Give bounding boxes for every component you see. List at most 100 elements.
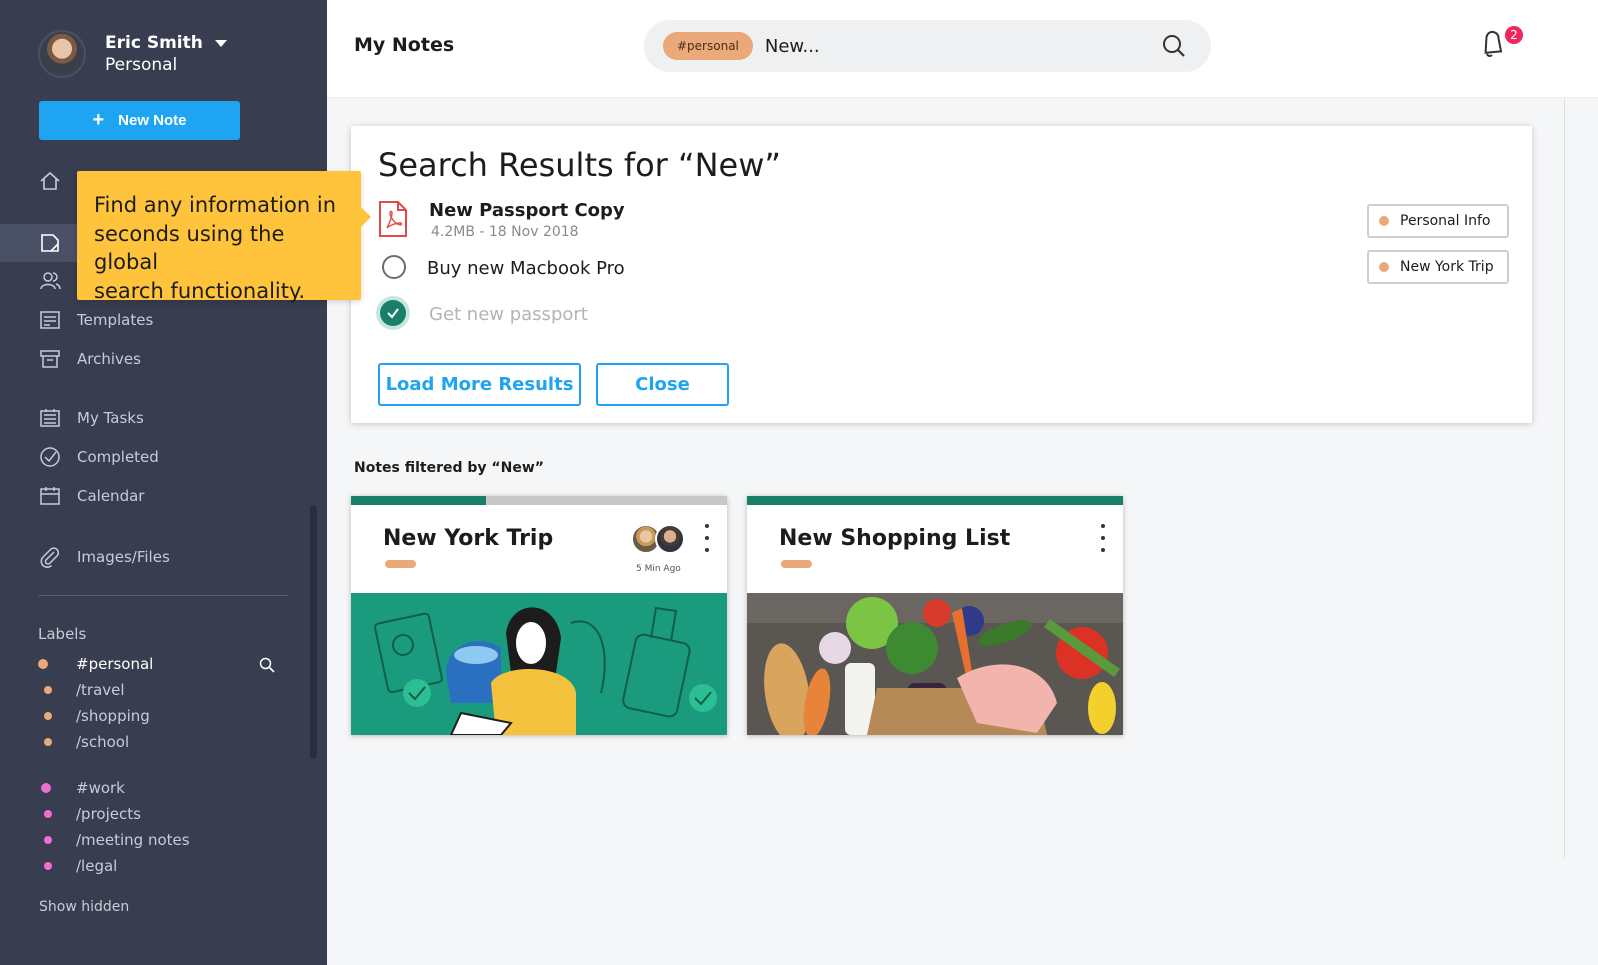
result-task-open[interactable]: Buy new Macbook Pro [427,258,625,279]
plus-icon: + [92,109,105,131]
label-text: #work [76,779,125,797]
pdf-icon [378,200,408,242]
label-item[interactable]: #work [41,779,125,797]
more-options-icon[interactable] [1097,524,1109,552]
note-card[interactable]: New York Trip 5 Min Ago [351,496,727,735]
label-item[interactable]: /legal [44,857,117,875]
groceries-photo [747,593,1123,735]
search-results-panel: Search Results for “New” New Passport Co… [351,126,1532,423]
new-note-button[interactable]: + New Note [39,101,240,140]
label-text: /legal [76,857,118,875]
filtered-notes-heading: Notes filtered by “New” [354,460,544,476]
users-icon [38,269,62,293]
result-tag-pill[interactable]: New York Trip [1367,250,1509,284]
label-text: #personal [76,655,154,673]
note-card[interactable]: New Shopping List [747,496,1123,735]
note-card-tag [781,560,812,568]
checkmark-icon [387,308,399,319]
label-text: /meeting notes [76,831,190,849]
search-filter-chip[interactable]: #personal [663,32,753,60]
note-card-title: New Shopping List [779,526,1011,551]
notification-bell-icon[interactable] [1478,30,1506,62]
page-title: My Notes [354,34,455,56]
label-dot [44,810,52,818]
result-file-name[interactable]: New Passport Copy [429,200,625,221]
note-progress-fill [351,496,487,505]
sidebar-item-archives[interactable]: Archives [0,341,327,377]
label-dot [44,836,52,844]
sidebar-item-images-files[interactable]: Images/Files [0,539,327,575]
search-results-title: Search Results for “New” [378,146,781,184]
label-dot [44,712,52,720]
label-text: /shopping [76,707,150,725]
sidebar-item-label: Calendar [77,487,145,505]
result-task-done[interactable]: Get new passport [429,304,588,325]
more-options-icon[interactable] [701,524,713,552]
label-item[interactable]: /meeting notes [44,831,190,849]
search-icon[interactable] [259,657,275,677]
result-file-meta: 4.2MB - 18 Nov 2018 [431,224,579,240]
note-card-tag [385,560,416,568]
tag-dot [1379,262,1389,272]
header: My Notes #personal 2 [327,0,1598,98]
sidebar-item-completed[interactable]: Completed [0,439,327,475]
tooltip-line: seconds using the global [94,221,285,275]
user-name: Eric Smith [105,33,203,53]
note-icon [38,231,62,255]
collaborator-avatars[interactable] [631,524,685,554]
task-checked-checkbox[interactable] [380,300,406,326]
note-progress-fill [747,496,1123,505]
search-bar[interactable]: #personal [644,20,1211,72]
label-text: /travel [76,681,125,699]
task-checkbox[interactable] [382,255,406,279]
label-text: /projects [76,805,141,823]
sidebar-scrollbar[interactable] [310,505,317,759]
user-switcher[interactable]: Eric Smith Personal [38,30,227,78]
templates-icon [38,308,62,332]
label-item[interactable]: /projects [44,805,141,823]
sidebar-item-calendar[interactable]: Calendar [0,478,327,514]
notification-badge: 2 [1503,24,1525,46]
workspace-name: Personal [105,55,178,75]
note-card-time: 5 Min Ago [636,564,681,574]
main-scrollbar[interactable] [1564,98,1565,858]
label-item[interactable]: /school [44,733,129,751]
sidebar-item-my-tasks[interactable]: My Tasks [0,400,327,436]
show-hidden-link[interactable]: Show hidden [39,899,129,915]
sidebar-item-label: Templates [77,311,154,329]
label-item[interactable]: #personal [38,655,153,673]
label-item[interactable]: /travel [44,681,125,699]
result-tag-pill[interactable]: Personal Info [1367,204,1509,238]
tooltip-line: search functionality. [94,278,306,303]
user-avatar [38,30,86,78]
label-dot [38,659,48,669]
chevron-down-icon[interactable] [214,39,227,47]
archive-icon [38,347,62,371]
avatar [655,524,685,554]
label-dot [44,686,52,694]
label-dot [41,783,51,793]
close-button[interactable]: Close [596,363,729,406]
sidebar-item-label: Completed [77,448,159,466]
search-tooltip: Find any information in seconds using th… [77,171,371,303]
sidebar-item-label: My Tasks [77,409,144,427]
label-item[interactable]: /shopping [44,707,150,725]
new-note-label: New Note [118,112,187,129]
tag-dot [1379,216,1389,226]
label-dot [44,738,52,746]
sidebar: Eric Smith Personal + New Note Templates [0,0,327,965]
search-icon[interactable] [1162,34,1186,62]
sidebar-item-label: Archives [77,350,141,368]
paperclip-icon [38,545,62,569]
tasks-icon [38,406,62,430]
travel-illustration [351,593,727,735]
sidebar-item-templates[interactable]: Templates [0,302,327,338]
tag-label: Personal Info [1400,213,1491,229]
search-input[interactable] [764,35,1145,57]
label-dot [44,862,52,870]
check-circle-icon [38,445,62,469]
sidebar-item-label: Images/Files [77,548,170,566]
note-card-title: New York Trip [383,526,554,551]
load-more-results-button[interactable]: Load More Results [378,363,581,406]
labels-heading: Labels [38,625,87,643]
